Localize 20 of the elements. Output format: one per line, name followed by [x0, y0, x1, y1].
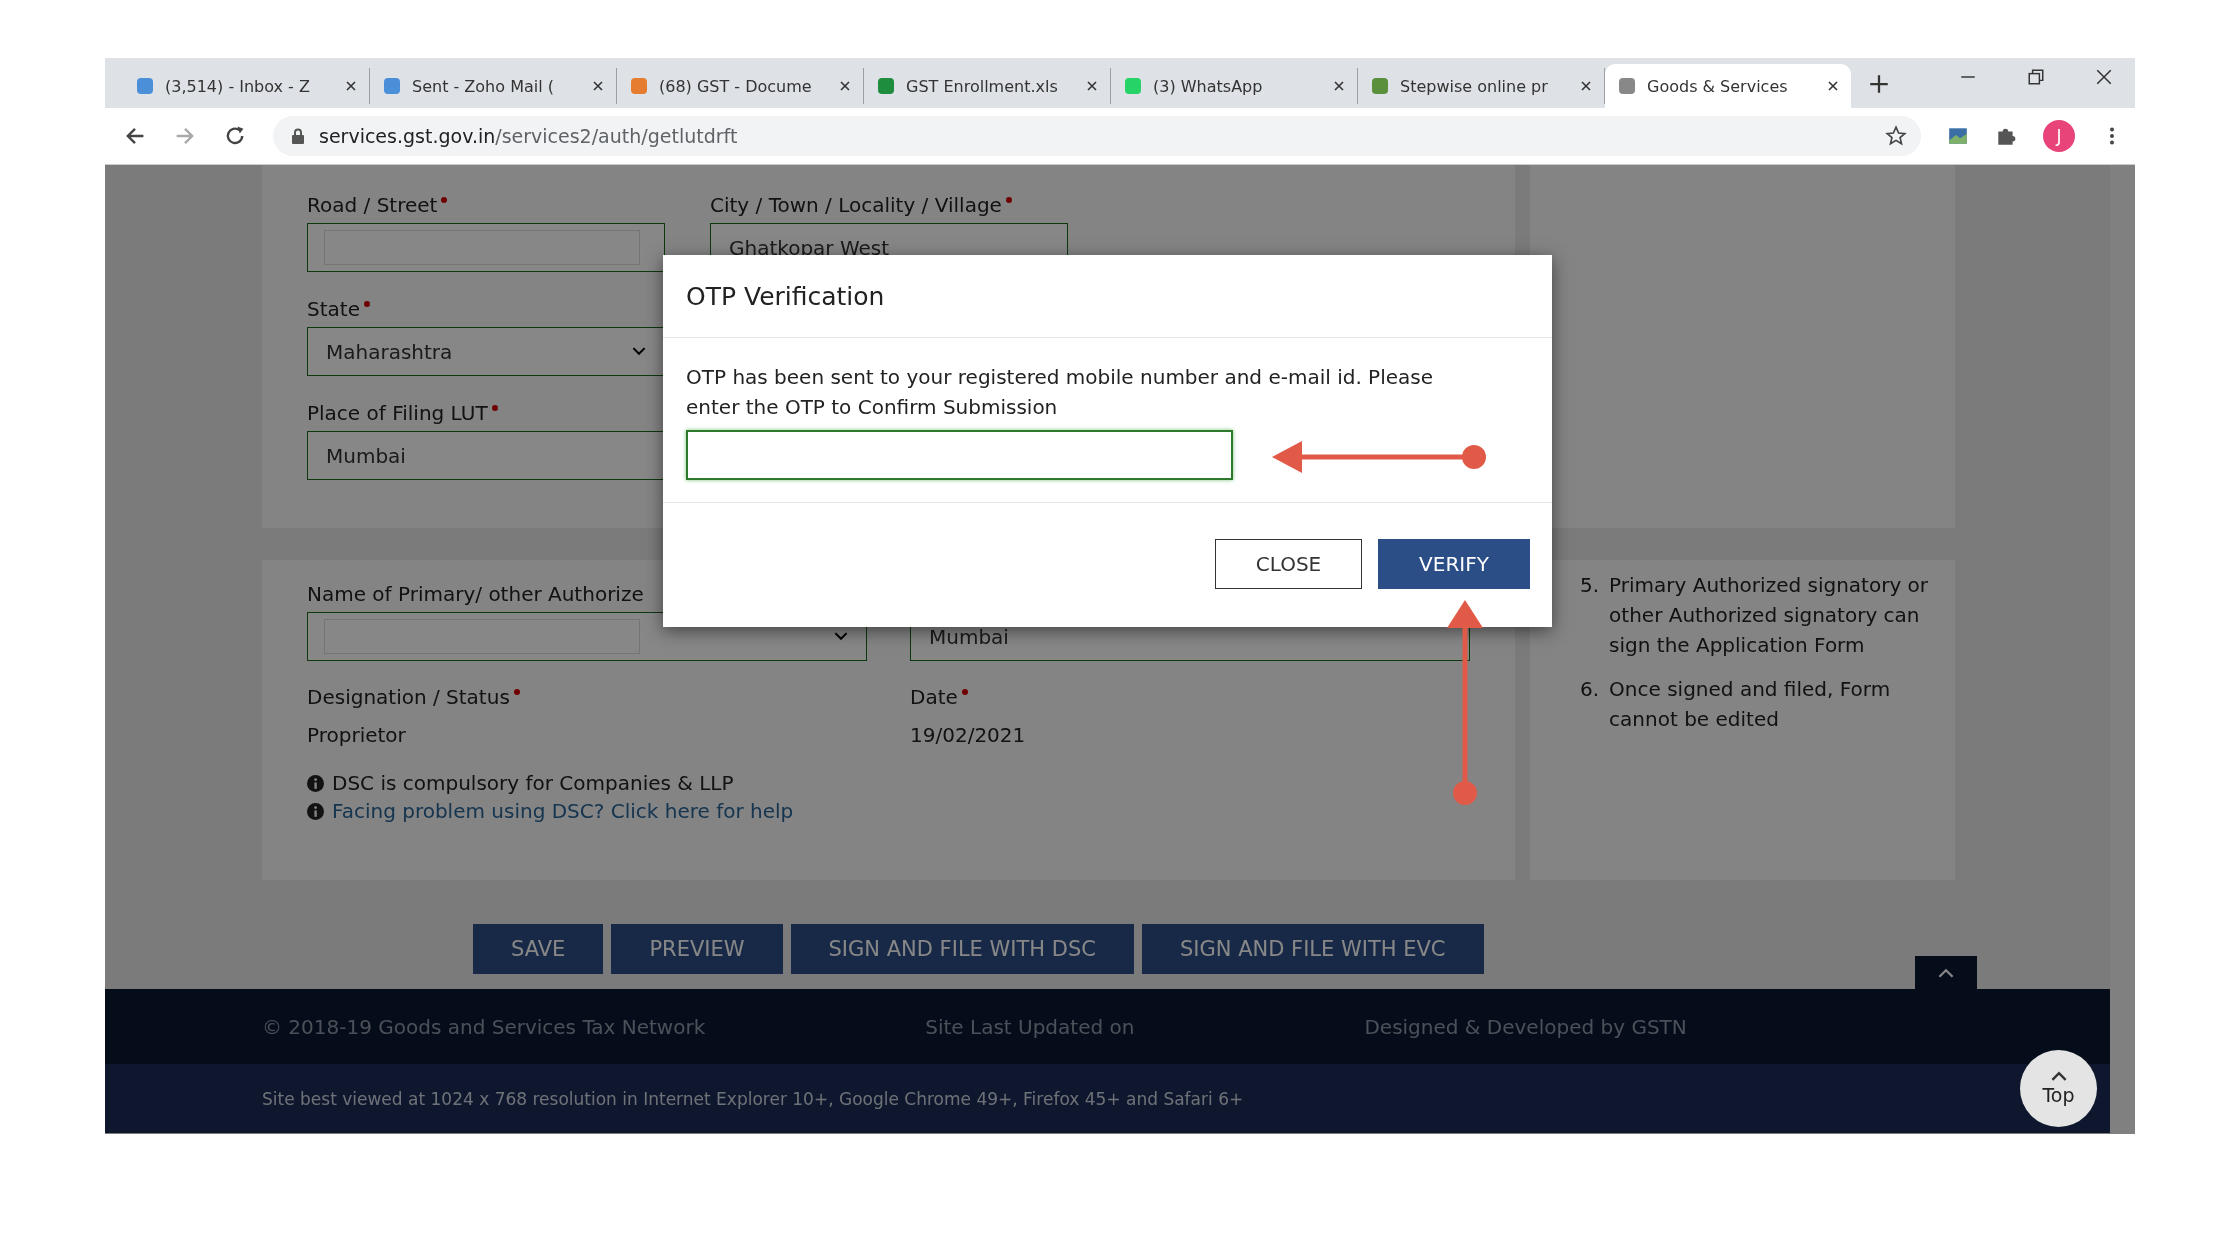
- field-label: Road / Street: [307, 193, 665, 217]
- dsc-note: DSC is compulsory for Companies & LLP: [332, 771, 734, 795]
- field-label: Name of Primary/ other Authorize: [307, 582, 645, 606]
- field-label: Date: [910, 685, 1470, 709]
- updated-text: Site Last Updated on: [925, 1014, 1135, 1039]
- developer-text: Designed & Developed by GSTN: [1364, 1014, 1687, 1039]
- field-label: Designation / Status: [307, 685, 910, 709]
- field-label: City / Town / Locality / Village: [710, 193, 1068, 217]
- browser-support-text: Site best viewed at 1024 x 768 resolution in Internet Explorer 10+, Google Chrome 49+, Firefox 45+ and Safari 6+: [262, 1088, 1244, 1109]
- instruction-text: Once signed and filed, Form cannot be edited: [1609, 676, 1892, 733]
- dialog-title: OTP Verification: [686, 281, 885, 311]
- instruction-text: Primary Authorized signatory or other Authorized signatory can sign the Application Form: [1609, 572, 1930, 659]
- designation-value: Proprietor: [307, 723, 407, 747]
- list-number: 6.: [1580, 676, 1600, 703]
- field-label: State: [307, 297, 665, 321]
- date-value: 19/02/2021: [910, 723, 1027, 747]
- copyright-text: © 2018-19 Goods and Services Tax Network: [262, 1014, 706, 1039]
- field-label: Place of Filing LUT: [307, 401, 665, 425]
- dialog-message: OTP has been sent to your registered mobile number and e-mail id. Please enter the OTP to Confirm Submission: [686, 364, 1435, 421]
- list-number: 5.: [1580, 572, 1600, 599]
